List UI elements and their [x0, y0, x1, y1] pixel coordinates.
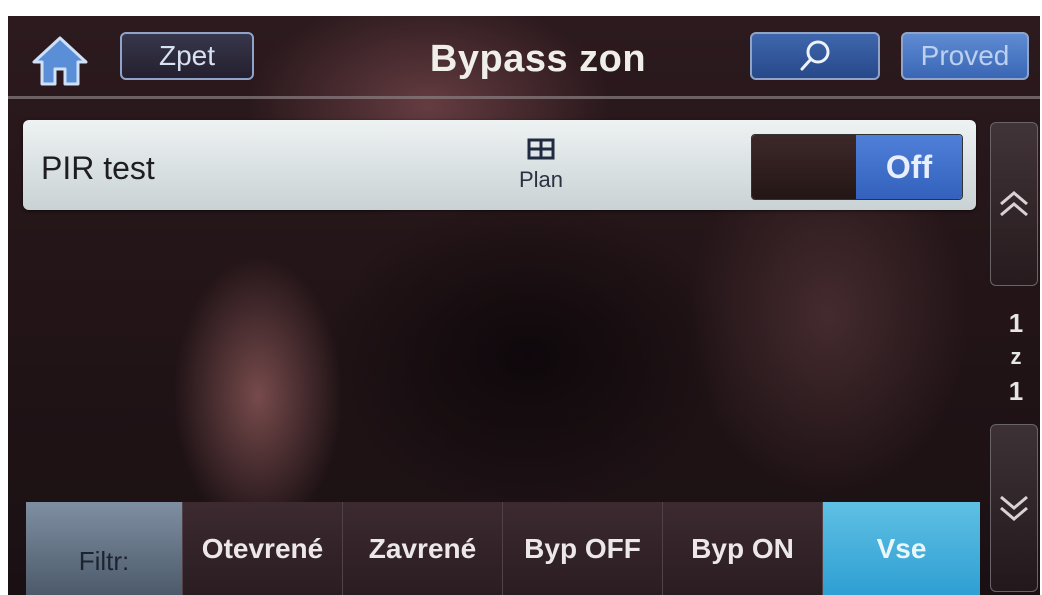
back-button[interactable]: Zpet [120, 32, 254, 80]
toggle-track [752, 135, 856, 199]
home-icon [32, 36, 88, 86]
screen: Zpet Bypass zon Proved PIR test Plan Off [8, 16, 1040, 595]
toggle-state-label: Off [856, 135, 962, 199]
filter-bypass-off[interactable]: Byp OFF [502, 502, 662, 595]
chevron-double-down-icon [1000, 495, 1028, 521]
zone-name: PIR test [41, 150, 155, 186]
header-divider [8, 96, 1040, 99]
plan-button[interactable]: Plan [481, 138, 601, 193]
page-indicator: 1 z 1 [998, 306, 1034, 408]
filter-bar: Filtr: Otevrené Zavrené Byp OFF Byp ON V… [26, 502, 980, 595]
page-separator: z [1010, 344, 1022, 369]
filter-label: Filtr: [26, 502, 182, 595]
zone-row[interactable]: PIR test Plan Off [23, 120, 976, 210]
scroll-up-button[interactable] [990, 122, 1038, 286]
confirm-button[interactable]: Proved [901, 32, 1029, 80]
plan-label: Plan [518, 167, 564, 192]
home-button[interactable] [30, 34, 90, 88]
chevron-double-up-icon [1000, 191, 1028, 217]
page-total: 1 [1008, 376, 1024, 406]
scroll-down-button[interactable] [990, 424, 1038, 592]
page-current: 1 [1008, 308, 1024, 338]
filter-all[interactable]: Vse [822, 502, 980, 595]
filter-bypass-on[interactable]: Byp ON [662, 502, 822, 595]
filter-open[interactable]: Otevrené [182, 502, 342, 595]
floor-plan-icon [527, 138, 555, 160]
page-title: Bypass zon [429, 38, 647, 80]
bypass-toggle[interactable]: Off [751, 134, 963, 200]
search-button[interactable] [750, 32, 880, 80]
header-bar: Zpet Bypass zon Proved [8, 16, 1040, 99]
search-icon [800, 40, 830, 71]
filter-closed[interactable]: Zavrené [342, 502, 502, 595]
